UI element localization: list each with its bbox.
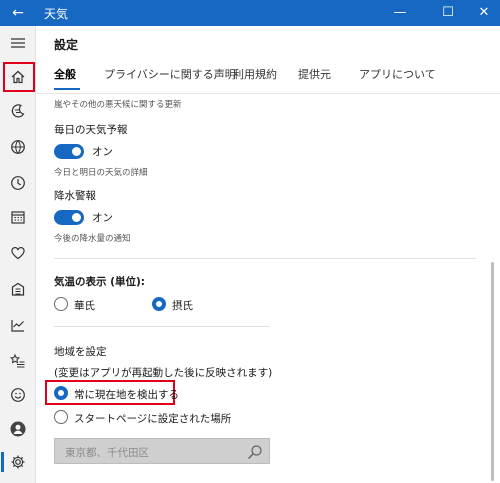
- app-title: 天気: [44, 7, 69, 21]
- tab-credits[interactable]: 提供元: [298, 66, 331, 82]
- moon-forecast-icon[interactable]: [4, 98, 32, 124]
- fahrenheit-radio[interactable]: [54, 297, 68, 311]
- page-title: 設定: [54, 38, 79, 52]
- location-search-placeholder: 東京都、千代田区: [65, 447, 149, 459]
- daily-forecast-state: オン: [92, 146, 113, 158]
- daily-forecast-title: 毎日の天気予報: [54, 124, 128, 136]
- globe-icon[interactable]: [4, 134, 32, 160]
- tab-general[interactable]: 全般: [54, 66, 76, 82]
- daily-forecast-description: 今日と明日の天気の詳細: [54, 168, 148, 178]
- rain-alert-state: オン: [92, 212, 113, 224]
- location-search-box[interactable]: 東京都、千代田区: [54, 438, 270, 464]
- scrollbar[interactable]: [491, 262, 494, 481]
- detect-location-radio[interactable]: [54, 386, 68, 400]
- rain-alert-title: 降水警報: [54, 190, 96, 202]
- detect-location-label: 常に現在地を検出する: [74, 389, 179, 401]
- fahrenheit-label: 華氏: [74, 300, 95, 312]
- celsius-label: 摂氏: [172, 300, 193, 312]
- sidebar: [0, 26, 36, 483]
- location-restart-note: (変更はアプリが再起動した後に反映されます): [54, 367, 273, 379]
- hamburger-menu-icon[interactable]: [4, 30, 32, 56]
- section-divider: [54, 326, 270, 327]
- active-tab-underline: [54, 88, 80, 90]
- search-icon: [247, 445, 262, 460]
- storm-alerts-description: 嵐やその他の悪天候に関する更新: [54, 100, 182, 110]
- rain-alert-description: 今後の降水量の通知: [54, 234, 131, 244]
- temperature-unit-title: 気温の表示 (単位):: [54, 276, 145, 288]
- clock-history-icon[interactable]: [4, 170, 32, 196]
- account-avatar-icon[interactable]: [4, 416, 32, 442]
- close-button[interactable]: ✕: [472, 3, 496, 23]
- calendar-icon[interactable]: [4, 204, 32, 230]
- tab-divider: [36, 93, 500, 94]
- rain-alert-toggle[interactable]: [54, 210, 84, 225]
- star-list-icon[interactable]: [4, 348, 32, 374]
- start-page-location-radio[interactable]: [54, 410, 68, 424]
- home-icon[interactable]: [4, 64, 32, 90]
- daily-forecast-toggle[interactable]: [54, 144, 84, 159]
- tab-about[interactable]: アプリについて: [359, 66, 436, 82]
- start-page-location-label: スタートページに設定された場所: [74, 413, 232, 425]
- settings-pane: 設定 全般 プライバシーに関する声明 利用規約 提供元 アプリについて 嵐やその…: [36, 26, 500, 483]
- building-icon[interactable]: [4, 276, 32, 302]
- back-button[interactable]: ←: [8, 3, 28, 23]
- section-divider: [54, 258, 476, 259]
- gear-settings-icon[interactable]: [4, 449, 32, 475]
- celsius-radio[interactable]: [152, 297, 166, 311]
- tab-terms[interactable]: 利用規約: [233, 66, 277, 82]
- tab-privacy[interactable]: プライバシーに関する声明: [104, 66, 236, 82]
- trend-chart-icon[interactable]: [4, 312, 32, 338]
- heart-icon[interactable]: [4, 240, 32, 266]
- minimize-button[interactable]: —: [388, 3, 412, 23]
- location-title: 地域を設定: [54, 346, 107, 358]
- maximize-button[interactable]: ☐: [436, 3, 460, 23]
- smiley-feedback-icon[interactable]: [4, 382, 32, 408]
- title-bar: ← 天気 — ☐ ✕: [0, 0, 500, 26]
